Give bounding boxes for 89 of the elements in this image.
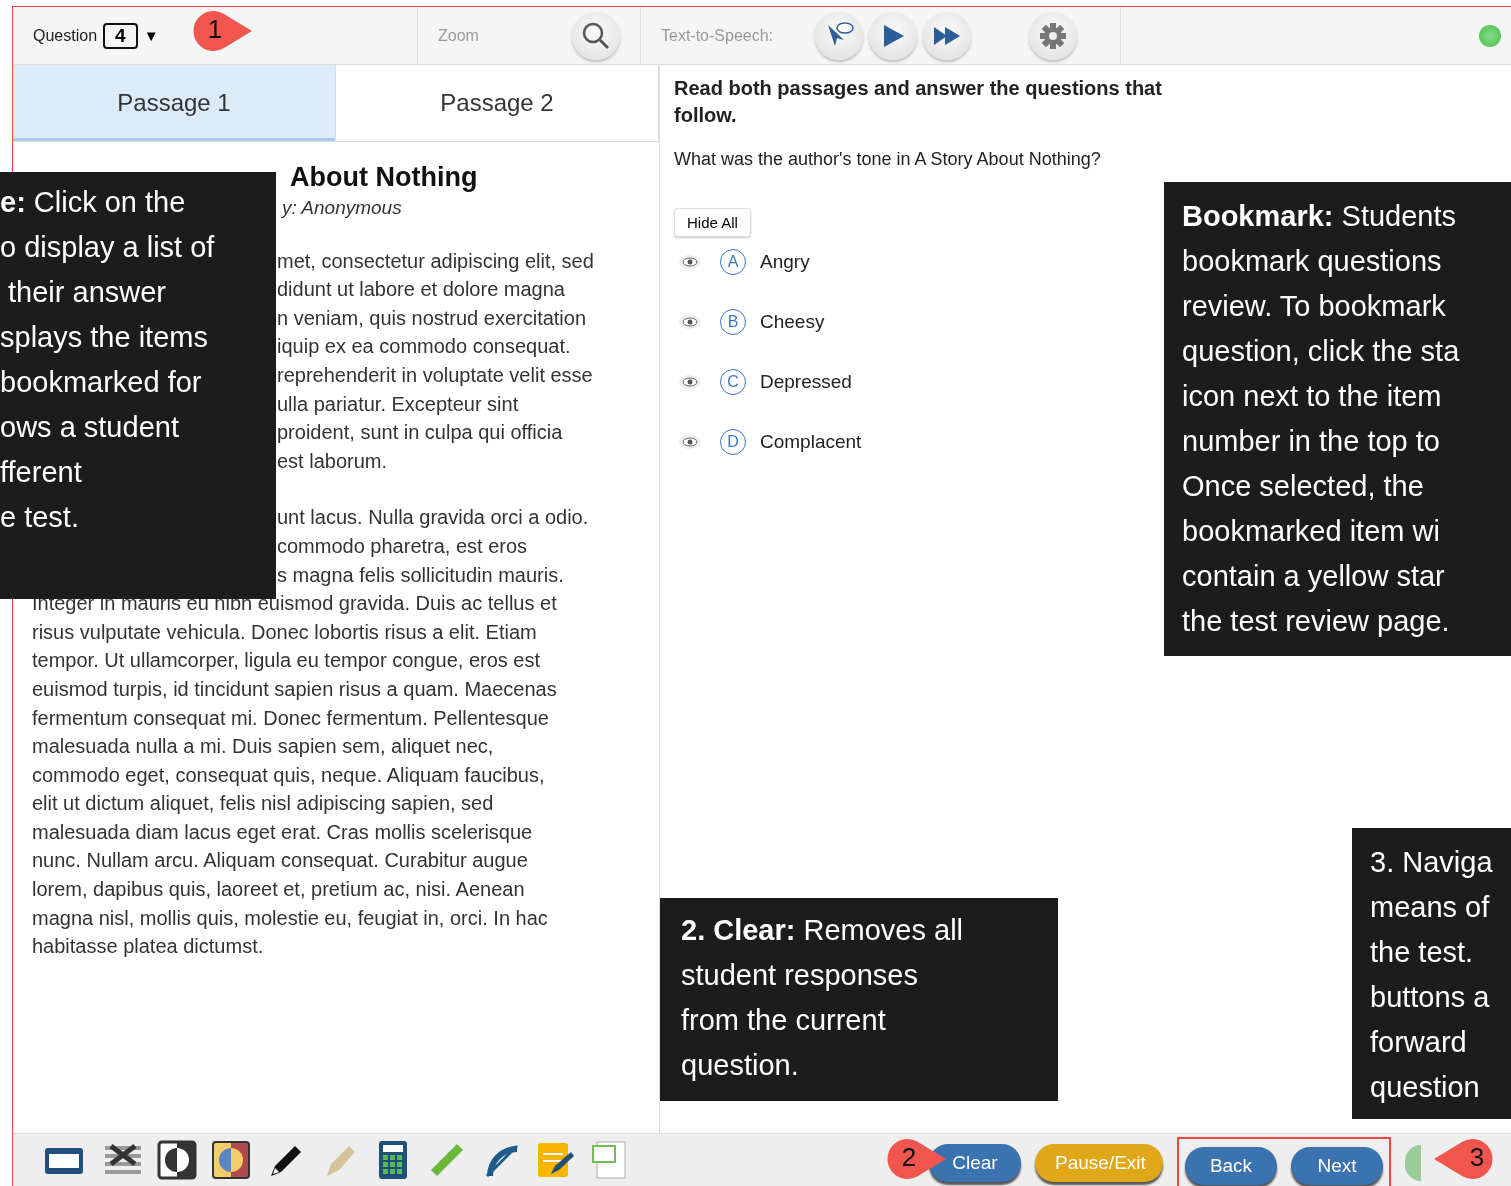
passage-line: euismod turpis, id tincidunt sapien risus a quam. Maecenas	[32, 676, 557, 702]
question-dropdown[interactable]: ▼	[143, 27, 159, 44]
callout-text: from the current	[681, 1003, 887, 1038]
eye-icon[interactable]	[678, 374, 702, 390]
question-number: 4	[103, 22, 138, 49]
passage-line: reprehenderit in voluptate velit esse	[277, 362, 593, 388]
zoom-label: Zoom	[438, 26, 479, 45]
nav-button[interactable]: Clear	[929, 1144, 1021, 1182]
callout-text: Once selected, the	[1182, 469, 1425, 504]
settings-icon	[1038, 20, 1069, 51]
color-overlay-icon[interactable]	[211, 1140, 251, 1180]
passage-line: proident, sunt in culpa qui officia	[277, 420, 563, 446]
callout-text: question.	[681, 1048, 800, 1083]
callout-text: the test.	[1370, 935, 1475, 970]
passage-line: malesuada diam lacus eget erat. Cras mollis scelerisque	[32, 819, 533, 845]
passage-line: commodo pharetra, est eros	[277, 533, 528, 559]
callout-text: their answer	[7, 275, 167, 310]
passage-byline: y: Anonymous	[282, 196, 402, 220]
callout-text: 3. Naviga	[1370, 845, 1494, 880]
callout-text: bookmarked item wi	[1182, 514, 1441, 549]
passage-line: magna nisl, mollis quis, molestie eu, feugiat in, orci. In hac	[32, 905, 548, 931]
passage-line: tempor. Ut ullamcorper, ligula eu tempor congue, eros est	[32, 648, 541, 674]
status-dot	[1479, 24, 1501, 47]
option-text: Complacent	[760, 431, 862, 453]
callout-text: buttons a	[1370, 980, 1491, 1015]
passage-line: iquip ex ea commodo consequat.	[277, 334, 571, 360]
text-to-speech-label: Text-to-Speech:	[661, 26, 774, 45]
nav-button[interactable]: Back	[1185, 1147, 1277, 1185]
answer-option[interactable]: B Cheesy	[720, 309, 920, 335]
passage-line: est laborum.	[277, 448, 388, 474]
callout-text: means of	[1370, 890, 1491, 925]
option-text: Depressed	[760, 371, 852, 393]
callout-text: question, click the sta	[1182, 334, 1461, 369]
fast-forward-button[interactable]	[923, 11, 972, 60]
option-text: Angry	[760, 251, 810, 273]
answer-option[interactable]: C Depressed	[720, 369, 920, 395]
speak-selection-button[interactable]	[815, 11, 864, 60]
callout-text: icon next to the item	[1182, 379, 1443, 414]
answer-option[interactable]: A Angry	[720, 249, 920, 275]
callout-text: splays the items	[0, 320, 209, 355]
passage-tab[interactable]: Passage 1	[13, 65, 336, 141]
callout-text: Bookmark: Students	[1182, 199, 1458, 234]
passage-line: ulla pariatur. Excepteur sint	[277, 391, 519, 417]
callout-text: 2. Clear: Removes all	[681, 913, 965, 948]
passage-line: nunc. Nullam arcu. Aliquam consequat. Curabitur augue	[32, 848, 528, 874]
contrast-icon[interactable]	[157, 1140, 197, 1180]
passage-line: n veniam, quis nostrud exercitation	[277, 305, 587, 331]
passage-line: elit ut dictum aliquet, felis nisl adipiscing sapien, sed	[32, 791, 494, 817]
eye-icon[interactable]	[678, 254, 702, 270]
notepad-icon[interactable]	[535, 1140, 575, 1180]
hide-all-button[interactable]: Hide All	[674, 208, 751, 237]
callout-text: fferent	[0, 455, 83, 490]
play-button[interactable]	[869, 11, 918, 60]
eye-icon[interactable]	[678, 434, 702, 450]
passage-line: habitasse platea dictumst.	[32, 934, 264, 960]
passage-line: lorem, dapibus quis, laoreet et, pretium ac, nisi. Aenean	[32, 877, 525, 903]
passage-line: met, consectetur adipiscing elit, sed	[277, 248, 594, 274]
callout-text: review. To bookmark	[1182, 289, 1447, 324]
instruction-text: Read both passages and answer the questions that follow.	[674, 76, 1163, 128]
question-prompt: What was the author's tone in A Story About Nothing?	[674, 149, 1102, 170]
callout-text: the test review page.	[1182, 604, 1451, 639]
nav-button[interactable]: Next	[1291, 1147, 1383, 1185]
callout-text: bookmarked for	[0, 365, 203, 400]
callout-text: o display a list of	[0, 230, 216, 265]
settings-button[interactable]	[1029, 11, 1078, 60]
callout-text: bookmark questions	[1182, 244, 1443, 279]
callout-text: question	[1370, 1070, 1481, 1105]
passage-line: malesuada nulla a mi. Duis sapien sem, aliquet nec,	[32, 734, 494, 760]
callout-text: forward	[1370, 1025, 1468, 1060]
callout-text: ows a student	[0, 410, 180, 445]
zoom-button[interactable]	[572, 11, 620, 60]
passage-line: fermentum consequat mi. Donec fermentum. Pellentesque	[32, 705, 549, 731]
fast-forward-icon	[933, 24, 962, 47]
search-icon	[581, 20, 611, 51]
answer-option[interactable]: D Complacent	[720, 429, 920, 455]
passage-line: didunt ut labore et dolore magna	[277, 277, 565, 303]
passage-line: commodo eget, consequat quis, neque. Aliquam faucibus,	[32, 762, 545, 788]
callout-text: e test.	[0, 500, 80, 535]
callout-text: number in the top to	[1182, 424, 1441, 459]
passage-title: About Nothing	[289, 161, 479, 194]
passage-line: risus vulputate vehicula. Donec lobortis risus a elit. Etiam	[32, 619, 537, 645]
passage-line: unt lacus. Nulla gravida orci a odio.	[277, 505, 589, 531]
passage-line: s magna felis sollicitudin mauris.	[277, 562, 564, 588]
question-label: Question	[33, 26, 98, 45]
callout-text: contain a yellow star	[1182, 559, 1446, 594]
eye-icon[interactable]	[678, 314, 702, 330]
callout-text: e: Click on the	[0, 185, 187, 220]
callout-text: student responses	[681, 958, 919, 993]
option-text: Cheesy	[760, 311, 825, 333]
